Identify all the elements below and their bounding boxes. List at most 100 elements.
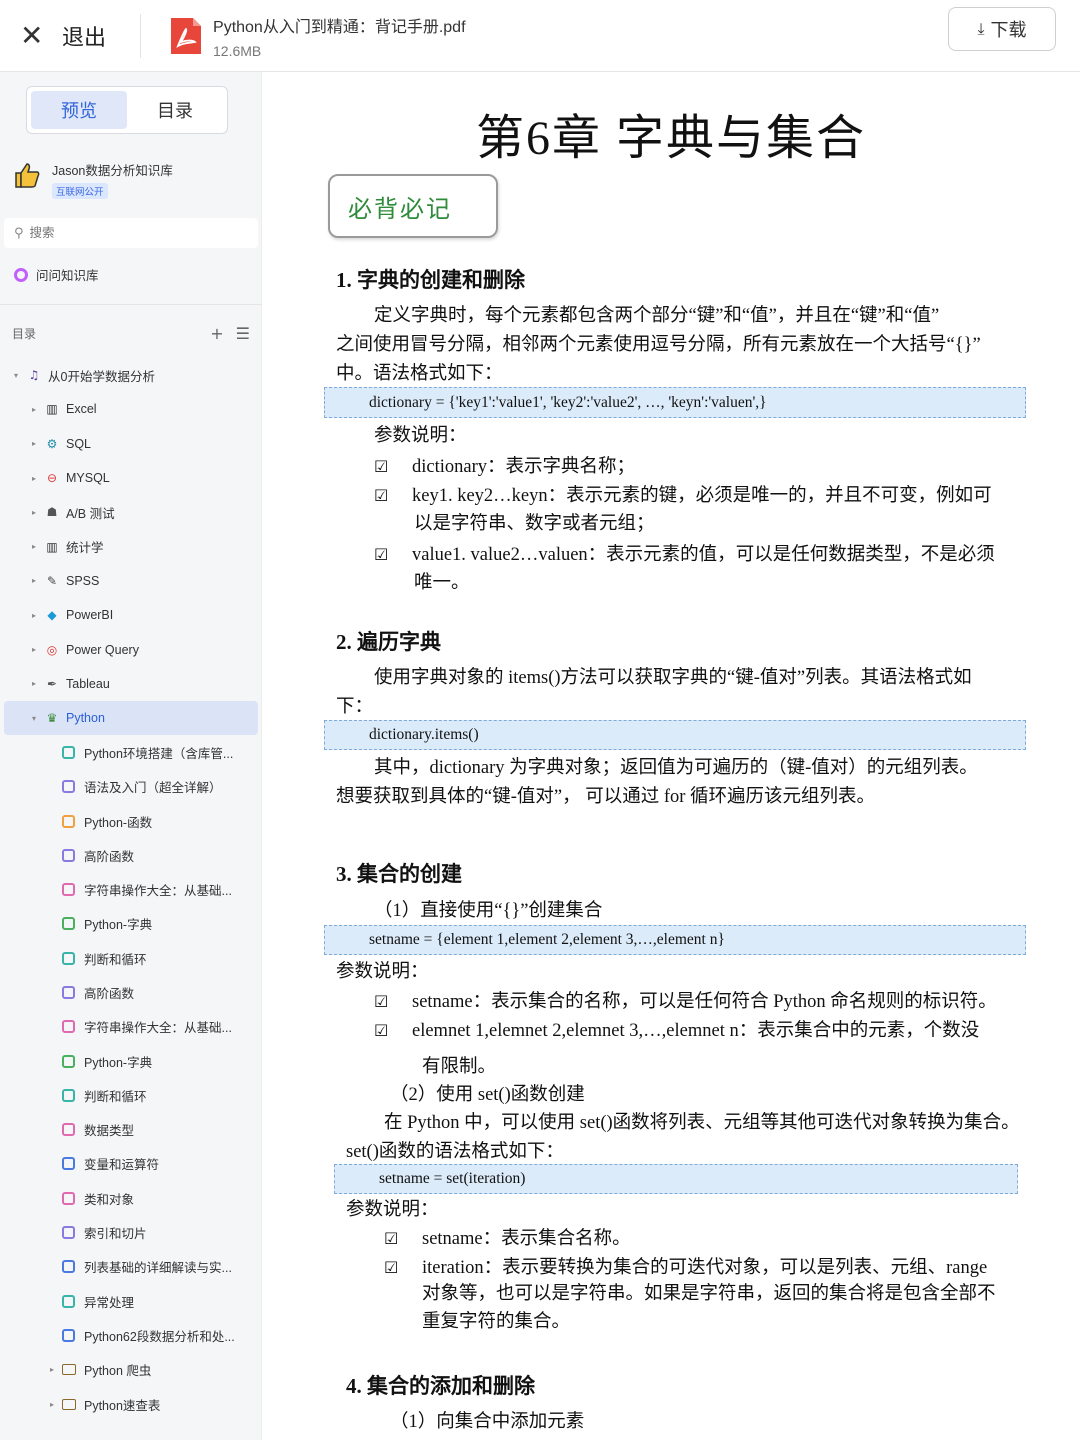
- file-size: 12.6MB: [213, 42, 262, 59]
- toc-item[interactable]: Python-字典: [0, 1044, 261, 1078]
- toc-item-label: 判断和循环: [84, 952, 147, 967]
- bullet-item: ☑ dictionary：表示字典名称；: [374, 452, 635, 482]
- toc-item[interactable]: ▸ ✒ Tableau: [0, 667, 261, 701]
- exit-button[interactable]: ✕ 退出: [0, 0, 106, 72]
- toc-item[interactable]: ▸ Python速查表: [0, 1387, 261, 1421]
- toc-item-label: Python-字典: [84, 1055, 153, 1070]
- toc-item[interactable]: ▸ ◎ Power Query: [0, 632, 261, 666]
- sidebar: 预览 目录 Jason数据分析知识库 互联网公开 ⚲ 问问知识库 目录 + ☰ …: [0, 72, 262, 1440]
- toc-item-label: MYSQL: [66, 471, 110, 486]
- knowledge-base-header[interactable]: Jason数据分析知识库 互联网公开: [12, 160, 173, 200]
- toc-item[interactable]: Python-字典: [0, 907, 261, 941]
- checkbox-icon: ☑: [374, 457, 389, 476]
- toc-item[interactable]: 变量和运算符: [0, 1147, 261, 1181]
- document-icon: [62, 780, 75, 794]
- chevron-right-icon[interactable]: ▸: [28, 576, 40, 585]
- toc-item[interactable]: Python-函数: [0, 804, 261, 838]
- toc-item[interactable]: ▾ ♫ 从0开始学数据分析: [0, 358, 261, 392]
- chevron-right-icon[interactable]: ▸: [28, 645, 40, 654]
- network-icon: ⚙: [46, 436, 58, 451]
- chevron-right-icon[interactable]: ▸: [28, 474, 40, 483]
- toc-item[interactable]: 字符串操作大全：从基础...: [0, 872, 261, 906]
- toc-item-label: Excel: [66, 402, 97, 417]
- chevron-right-icon[interactable]: ▸: [28, 542, 40, 551]
- toc-item[interactable]: ▸ ⚙ SQL: [0, 427, 261, 461]
- toc-item-label: Python环境搭建（含库管...: [84, 746, 234, 761]
- toc-item[interactable]: ▾ ♛ Python: [4, 700, 258, 736]
- chevron-down-icon[interactable]: ▾: [28, 714, 40, 723]
- toc-item[interactable]: ▸ ⊖ MYSQL: [0, 461, 261, 495]
- list-icon[interactable]: ☰: [236, 324, 250, 343]
- bullet-continuation: 唯一。: [414, 573, 470, 593]
- ask-knowledge-base[interactable]: 问问知识库: [14, 265, 99, 284]
- ask-ring-icon: [14, 267, 28, 282]
- toc-item[interactable]: ▸ ✎ SPSS: [0, 564, 261, 598]
- chevron-right-icon[interactable]: ▸: [28, 679, 40, 688]
- chevron-right-icon[interactable]: ▸: [46, 1365, 58, 1374]
- toc-item[interactable]: 类和对象: [0, 1181, 261, 1215]
- toc-item[interactable]: 列表基础的详细解读与实...: [0, 1250, 261, 1284]
- toc-label: 目录: [12, 327, 37, 341]
- search-box[interactable]: ⚲: [4, 218, 258, 248]
- paragraph: set()函数的语法格式如下：: [346, 1142, 564, 1162]
- document-icon: [62, 1054, 75, 1068]
- chapter-title: 第6章 字典与集合: [475, 112, 866, 165]
- add-icon[interactable]: +: [210, 324, 223, 343]
- params-label: 参数说明：: [336, 962, 429, 982]
- toc-item-label: Python-字典: [84, 918, 153, 933]
- pdf-file-icon: [169, 16, 203, 56]
- toc-item[interactable]: ▸ ▥ 统计学: [0, 529, 261, 563]
- search-input[interactable]: [29, 226, 230, 240]
- bullet-continuation: 对象等，也可以是字符串。如果是字符串，返回的集合将是包含全部不: [422, 1284, 996, 1304]
- chevron-right-icon[interactable]: ▸: [46, 1400, 58, 1409]
- wand-icon: ✎: [46, 573, 58, 588]
- toc-item[interactable]: ▸ ▥ Excel: [0, 392, 261, 426]
- toc-item-label: Python62段数据分析和处...: [84, 1329, 235, 1344]
- toc-item[interactable]: 高阶函数: [0, 975, 261, 1009]
- toc-item[interactable]: 判断和循环: [0, 1078, 261, 1112]
- grid-icon: ▥: [46, 539, 58, 554]
- checkbox-icon: ☑: [374, 1021, 389, 1040]
- document-icon: [62, 745, 75, 759]
- chevron-down-icon[interactable]: ▾: [10, 371, 22, 380]
- toc-item[interactable]: Python62段数据分析和处...: [0, 1318, 261, 1352]
- toc-item-label: Tableau: [66, 676, 110, 691]
- checkbox-icon: ☑: [374, 992, 389, 1011]
- toc-item[interactable]: ▸ ☗ A/B 测试: [0, 495, 261, 529]
- gem-icon: ◆: [47, 608, 57, 623]
- top-bar: ✕ 退出 Python从入门到精通：背记手册.pdf 12.6MB ⤓ 下载: [0, 0, 1080, 72]
- document-icon: [62, 1328, 75, 1342]
- toc-item-label: 判断和循环: [84, 1089, 147, 1104]
- toc-item[interactable]: 索引和切片: [0, 1215, 261, 1249]
- toc-item[interactable]: 字符串操作大全：从基础...: [0, 1010, 261, 1044]
- chevron-right-icon[interactable]: ▸: [28, 611, 40, 620]
- toc-item-label: 高阶函数: [84, 986, 135, 1001]
- toc-item[interactable]: ▸ ◆ PowerBI: [0, 598, 261, 632]
- toc-item-label: 高阶函数: [84, 849, 135, 864]
- download-button[interactable]: ⤓ 下载: [948, 7, 1056, 51]
- paragraph: 之间使用冒号分隔，相邻两个元素使用逗号分隔，所有元素放在一个大括号“{}”: [336, 335, 981, 355]
- document-icon: [62, 1226, 75, 1240]
- toc-item[interactable]: Python环境搭建（含库管...: [0, 735, 261, 769]
- toc-item[interactable]: 异常处理: [0, 1284, 261, 1318]
- chevron-right-icon[interactable]: ▸: [28, 405, 40, 414]
- toc-item[interactable]: 高阶函数: [0, 838, 261, 872]
- bullet-item: ☑ key1. key2…keyn：表示元素的键，必须是唯一的，并且不可变，例如可: [374, 481, 992, 511]
- bullet-continuation: 重复字符的集合。: [422, 1312, 571, 1332]
- must-remember-box: 必背必记: [328, 174, 498, 238]
- tab-preview[interactable]: 预览: [31, 91, 127, 129]
- toc-header: 目录 + ☰: [12, 324, 250, 343]
- chevron-right-icon[interactable]: ▸: [28, 508, 40, 517]
- search-icon: ⚲: [14, 225, 24, 241]
- toc-item[interactable]: 语法及入门（超全详解）: [0, 770, 261, 804]
- tab-toc[interactable]: 目录: [127, 91, 223, 129]
- toc-item[interactable]: 判断和循环: [0, 941, 261, 975]
- toc-item-label: 索引和切片: [84, 1227, 147, 1242]
- paragraph: 在 Python 中，可以使用 set()函数将列表、元组等其他可迭代对象转换为…: [384, 1113, 1020, 1133]
- toc-item-label: 字符串操作大全：从基础...: [84, 1021, 232, 1036]
- pdf-page: 第6章 字典与集合 必背必记 1. 字典的创建和删除 定义字典时，每个元素都包含…: [262, 72, 1080, 1440]
- toc-item[interactable]: 数据类型: [0, 1113, 261, 1147]
- toc-item[interactable]: ▸ Python 爬虫: [0, 1353, 261, 1387]
- folder-icon: [62, 1364, 76, 1376]
- chevron-right-icon[interactable]: ▸: [28, 439, 40, 448]
